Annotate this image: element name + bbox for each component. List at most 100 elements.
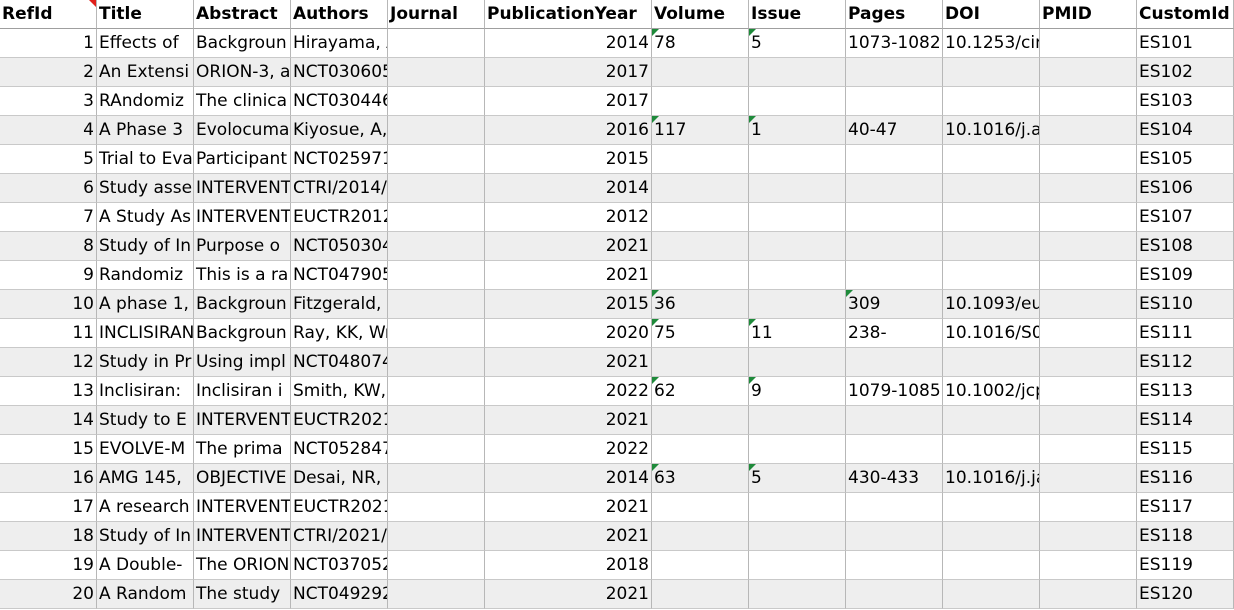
cell-refid[interactable]: 18 bbox=[0, 522, 97, 551]
cell-abstract[interactable]: Backgroun bbox=[194, 29, 291, 58]
cell-abstract[interactable]: The prima bbox=[194, 435, 291, 464]
cell-customid[interactable]: ES112 bbox=[1137, 348, 1234, 377]
cell-volume[interactable] bbox=[652, 406, 749, 435]
cell-refid[interactable]: 7 bbox=[0, 203, 97, 232]
cell-refid[interactable]: 6 bbox=[0, 174, 97, 203]
cell-title[interactable]: A phase 1, bbox=[97, 290, 194, 319]
cell-refid[interactable]: 19 bbox=[0, 551, 97, 580]
cell-issue[interactable] bbox=[749, 87, 846, 116]
cell-volume[interactable]: 36 bbox=[652, 290, 749, 319]
cell-pages[interactable] bbox=[846, 261, 943, 290]
number-stored-as-text-icon[interactable] bbox=[652, 377, 659, 384]
cell-title[interactable]: Study of In bbox=[97, 522, 194, 551]
cell-journal[interactable] bbox=[388, 580, 485, 609]
cell-authors[interactable]: Desai, NR, Giugliano, bbox=[291, 464, 388, 493]
cell-journal[interactable] bbox=[388, 377, 485, 406]
cell-abstract[interactable]: INTERVENT bbox=[194, 493, 291, 522]
cell-issue[interactable] bbox=[749, 261, 846, 290]
cell-pages[interactable] bbox=[846, 174, 943, 203]
cell-title[interactable]: RAndomiz bbox=[97, 87, 194, 116]
cell-publication-year[interactable]: 2021 bbox=[485, 261, 652, 290]
cell-title[interactable]: Study asse bbox=[97, 174, 194, 203]
cell-publication-year[interactable]: 2015 bbox=[485, 290, 652, 319]
cell-pmid[interactable] bbox=[1040, 319, 1137, 348]
column-header-pmid[interactable]: PMID bbox=[1040, 0, 1137, 29]
cell-customid[interactable]: ES103 bbox=[1137, 87, 1234, 116]
cell-doi[interactable] bbox=[943, 493, 1040, 522]
cell-issue[interactable] bbox=[749, 580, 846, 609]
cell-authors[interactable]: NCT03044665, bbox=[291, 87, 388, 116]
cell-pages[interactable]: 309 bbox=[846, 290, 943, 319]
cell-customid[interactable]: ES111 bbox=[1137, 319, 1234, 348]
column-header-doi[interactable]: DOI bbox=[943, 0, 1040, 29]
cell-pmid[interactable] bbox=[1040, 203, 1137, 232]
cell-journal[interactable] bbox=[388, 174, 485, 203]
cell-title[interactable]: Trial to Eva bbox=[97, 145, 194, 174]
cell-publication-year[interactable]: 2020 bbox=[485, 319, 652, 348]
cell-refid[interactable]: 14 bbox=[0, 406, 97, 435]
cell-doi[interactable]: 10.1002/jcph.2045 bbox=[943, 377, 1040, 406]
cell-authors[interactable]: CTRI/2021/12/03873 bbox=[291, 522, 388, 551]
cell-issue[interactable] bbox=[749, 348, 846, 377]
cell-volume[interactable]: 78 bbox=[652, 29, 749, 58]
cell-title[interactable]: A Double- bbox=[97, 551, 194, 580]
cell-doi[interactable] bbox=[943, 261, 1040, 290]
number-stored-as-text-icon[interactable] bbox=[652, 319, 659, 326]
cell-volume[interactable]: 75 bbox=[652, 319, 749, 348]
number-stored-as-text-icon[interactable] bbox=[652, 290, 659, 297]
cell-doi[interactable] bbox=[943, 551, 1040, 580]
cell-publication-year[interactable]: 2021 bbox=[485, 493, 652, 522]
cell-doi[interactable]: 10.1016/S0735-1097( bbox=[943, 319, 1040, 348]
cell-title[interactable]: AMG 145, bbox=[97, 464, 194, 493]
cell-authors[interactable]: EUCTR2021-002871-2 bbox=[291, 406, 388, 435]
cell-journal[interactable] bbox=[388, 348, 485, 377]
cell-journal[interactable] bbox=[388, 261, 485, 290]
cell-abstract[interactable]: Backgroun bbox=[194, 319, 291, 348]
cell-pages[interactable] bbox=[846, 551, 943, 580]
cell-abstract[interactable]: This is a ra bbox=[194, 261, 291, 290]
cell-customid[interactable]: ES105 bbox=[1137, 145, 1234, 174]
cell-journal[interactable] bbox=[388, 58, 485, 87]
cell-volume[interactable] bbox=[652, 87, 749, 116]
cell-volume[interactable]: 63 bbox=[652, 464, 749, 493]
cell-issue[interactable] bbox=[749, 493, 846, 522]
cell-pmid[interactable] bbox=[1040, 87, 1137, 116]
cell-journal[interactable] bbox=[388, 435, 485, 464]
cell-authors[interactable]: NCT02597127, bbox=[291, 145, 388, 174]
cell-doi[interactable] bbox=[943, 174, 1040, 203]
cell-journal[interactable] bbox=[388, 464, 485, 493]
cell-abstract[interactable]: Purpose o bbox=[194, 232, 291, 261]
cell-issue[interactable] bbox=[749, 551, 846, 580]
cell-pmid[interactable] bbox=[1040, 29, 1137, 58]
cell-refid[interactable]: 13 bbox=[0, 377, 97, 406]
cell-volume[interactable] bbox=[652, 232, 749, 261]
cell-authors[interactable]: NCT05284747, bbox=[291, 435, 388, 464]
cell-journal[interactable] bbox=[388, 406, 485, 435]
cell-abstract[interactable]: Using impl bbox=[194, 348, 291, 377]
cell-volume[interactable] bbox=[652, 174, 749, 203]
cell-publication-year[interactable]: 2014 bbox=[485, 174, 652, 203]
cell-issue[interactable]: 1 bbox=[749, 116, 846, 145]
column-header-volume[interactable]: Volume bbox=[652, 0, 749, 29]
cell-publication-year[interactable]: 2017 bbox=[485, 87, 652, 116]
cell-authors[interactable]: NCT05030428, bbox=[291, 232, 388, 261]
cell-refid[interactable]: 2 bbox=[0, 58, 97, 87]
cell-pages[interactable]: 1079-1085 bbox=[846, 377, 943, 406]
cell-abstract[interactable]: INTERVENT bbox=[194, 406, 291, 435]
cell-journal[interactable] bbox=[388, 551, 485, 580]
cell-pmid[interactable] bbox=[1040, 406, 1137, 435]
cell-refid[interactable]: 17 bbox=[0, 493, 97, 522]
cell-doi[interactable] bbox=[943, 87, 1040, 116]
number-stored-as-text-icon[interactable] bbox=[749, 319, 756, 326]
cell-customid[interactable]: ES119 bbox=[1137, 551, 1234, 580]
cell-doi[interactable]: 10.1093/eurheartj/eh bbox=[943, 290, 1040, 319]
cell-publication-year[interactable]: 2022 bbox=[485, 435, 652, 464]
cell-issue[interactable] bbox=[749, 174, 846, 203]
cell-refid[interactable]: 9 bbox=[0, 261, 97, 290]
cell-issue[interactable]: 11 bbox=[749, 319, 846, 348]
column-header-refid[interactable]: RefId bbox=[0, 0, 97, 29]
cell-publication-year[interactable]: 2021 bbox=[485, 522, 652, 551]
cell-doi[interactable] bbox=[943, 58, 1040, 87]
column-header-issue[interactable]: Issue bbox=[749, 0, 846, 29]
number-stored-as-text-icon[interactable] bbox=[749, 29, 756, 36]
